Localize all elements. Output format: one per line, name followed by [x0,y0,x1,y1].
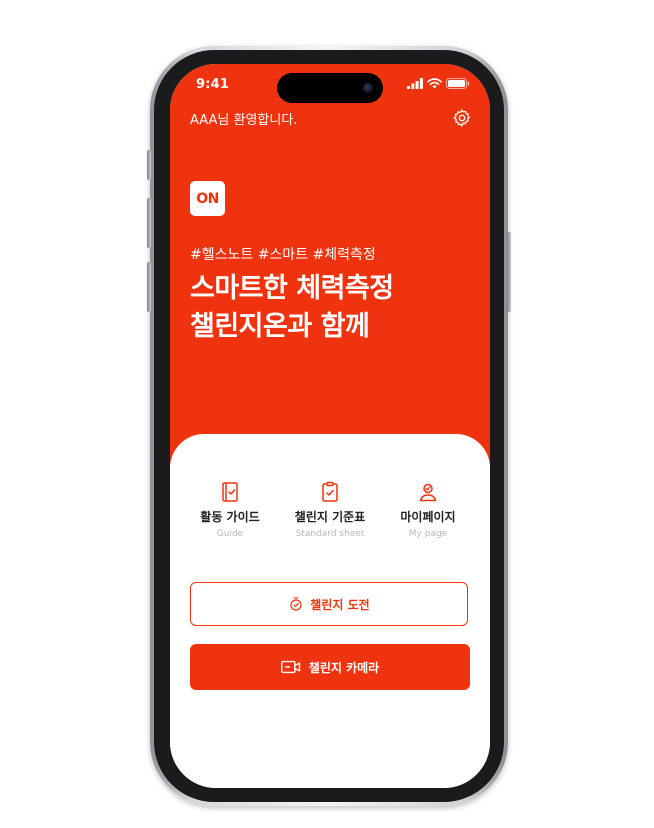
signal-icon [407,78,423,89]
menu-sublabel: Standard sheet [295,529,365,539]
stopwatch-icon [290,597,302,611]
headline: 스마트한 체력측정 챌린지온과 함께 [190,270,394,346]
user-icon [419,483,437,502]
challenge-camera-label: 챌린지 카메라 [308,660,380,675]
status-time: 9:41 [196,77,230,92]
status-icons [407,78,470,89]
volume-down-button [147,262,151,312]
welcome-text: AAA님 환영합니다. [190,113,298,128]
challenge-start-label: 챌린지 도전 [310,597,370,612]
hashtags: #헬스노트 #스마트 #체력측정 [190,247,376,263]
menu-item-mypage[interactable]: 마이페이지 My page [378,480,478,539]
gear-icon[interactable] [452,108,472,128]
headline-line-1: 스마트한 체력측정 [190,273,394,304]
challenge-camera-button[interactable]: 챌린지 카메라 [190,644,470,690]
menu-sublabel: Guide [216,529,244,539]
menu-label: 활동 가이드 [200,510,260,524]
clipboard-icon [322,481,338,502]
action-button [147,150,151,180]
headline-line-2: 챌린지온과 함께 [190,311,370,342]
camera-icon [363,83,373,93]
app-screen: 9:41 AAA님 환영합니다. ON #헬스노트 #스마트 #체력측정 스마트… [170,64,490,788]
menu-item-guide[interactable]: 활동 가이드 Guide [180,480,280,539]
app-logo: ON [190,181,225,216]
menu-item-standard-sheet[interactable]: 챌린지 기준표 Standard sheet [280,480,380,539]
menu-label: 마이페이지 [400,510,456,524]
power-button [507,232,511,312]
menu-label: 챌린지 기준표 [294,510,366,524]
dynamic-island [277,73,383,103]
content-sheet: 활동 가이드 Guide 챌린지 기준표 Standard sheet 마이페이… [170,434,490,788]
hero-section: 9:41 AAA님 환영합니다. ON #헬스노트 #스마트 #체력측정 스마트… [170,64,490,464]
book-icon [222,482,238,502]
battery-icon [446,78,470,89]
volume-up-button [147,198,151,248]
menu-sublabel: My page [408,529,448,539]
challenge-start-button[interactable]: 챌린지 도전 [190,582,468,626]
wifi-icon [427,78,442,89]
video-camera-icon [280,660,300,674]
